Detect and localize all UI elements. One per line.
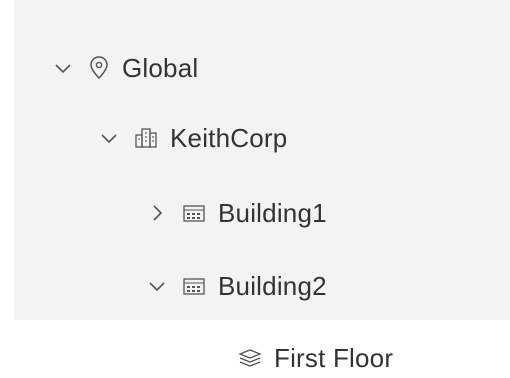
tree-node-label: First Floor (274, 342, 394, 373)
tree-node-building2[interactable]: Building2 (146, 266, 327, 306)
tree-node-label: Global (122, 52, 199, 83)
building-icon (182, 203, 206, 223)
buildings-group-icon (134, 127, 158, 149)
tree-node-building1[interactable]: Building1 (146, 193, 327, 233)
tree-node-first-floor[interactable]: First Floor (238, 338, 393, 378)
tree-node-keithcorp[interactable]: KeithCorp (98, 118, 287, 158)
floor-layers-icon (238, 348, 262, 368)
chevron-down-icon[interactable] (98, 127, 120, 149)
chevron-down-icon[interactable] (146, 275, 168, 297)
chevron-right-icon[interactable] (146, 202, 168, 224)
tree-node-global[interactable]: Global (52, 48, 198, 88)
location-pin-icon (88, 55, 110, 81)
tree-node-label: KeithCorp (170, 122, 288, 153)
building-icon (182, 276, 206, 296)
tree-node-label: Building1 (218, 197, 327, 228)
chevron-down-icon[interactable] (52, 57, 74, 79)
tree-node-label: Building2 (218, 270, 327, 301)
